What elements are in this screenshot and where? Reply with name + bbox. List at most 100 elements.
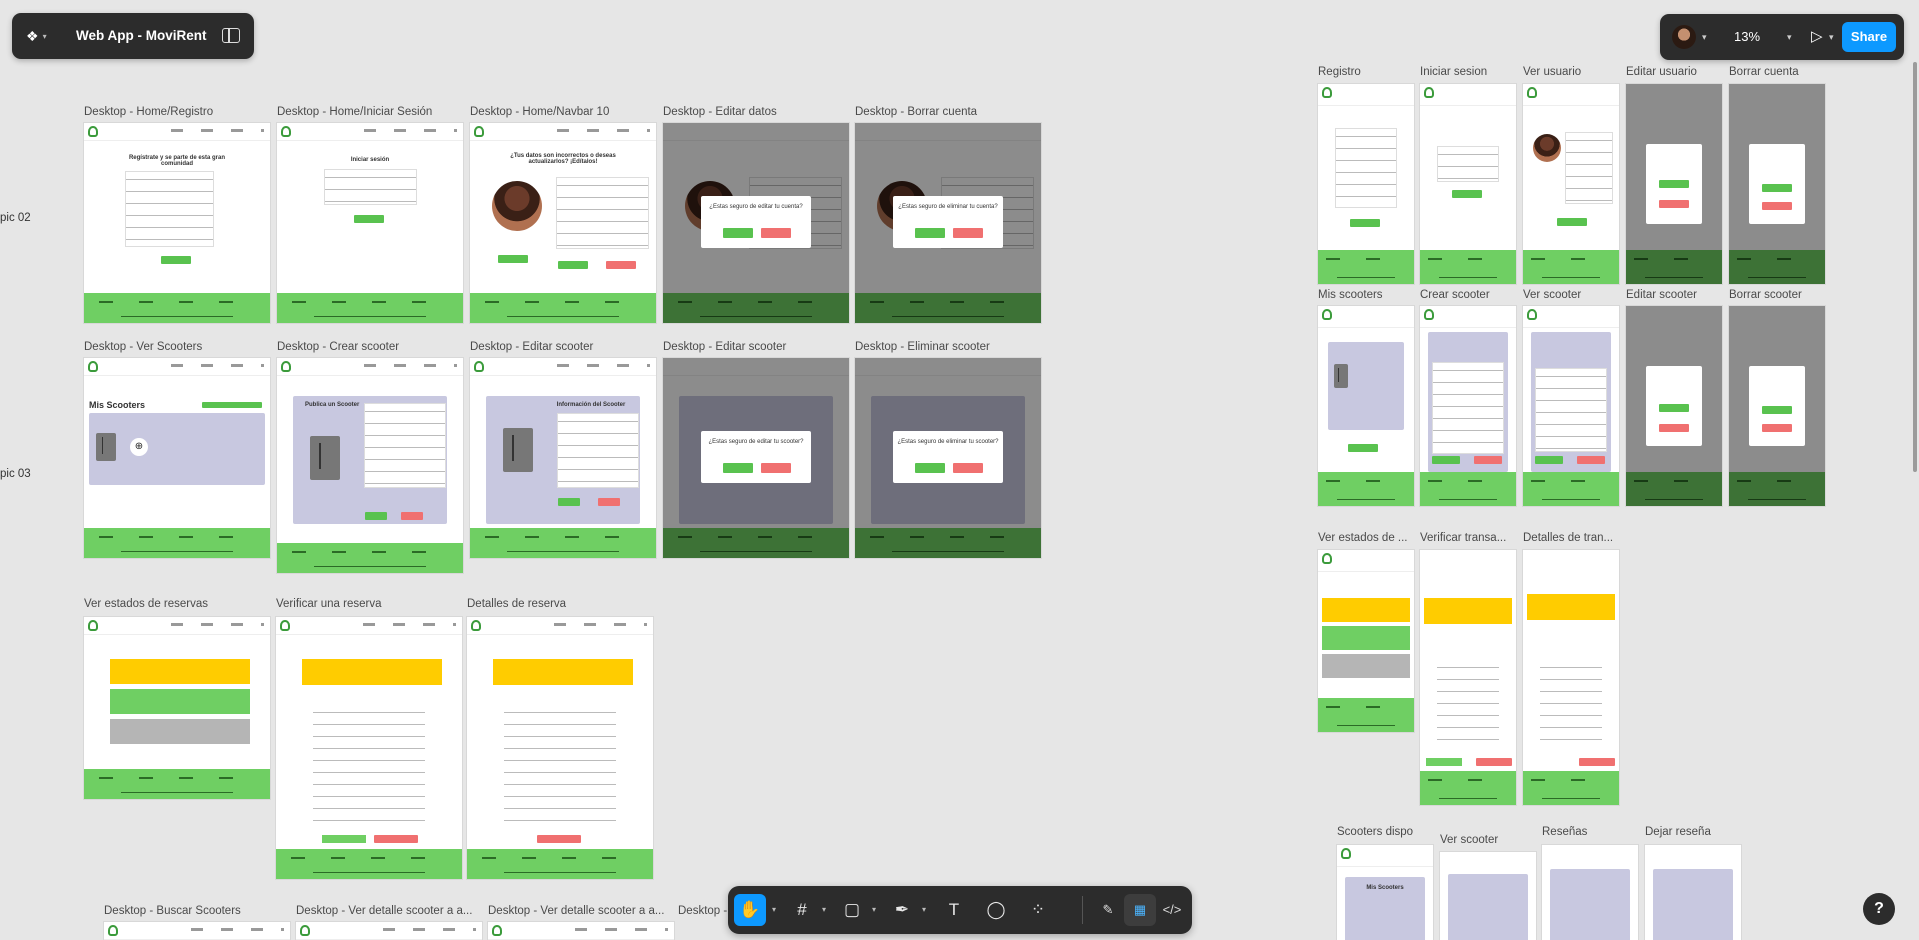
frame-label[interactable]: Ver estados de ... — [1318, 532, 1414, 544]
mobile-mis-scooters[interactable] — [1318, 306, 1414, 506]
mobile-ver-scooter-dispo[interactable] — [1440, 852, 1536, 940]
frame-buscar-scooters[interactable] — [104, 922, 290, 940]
mobile-iniciar-sesion[interactable] — [1420, 84, 1516, 284]
frame-label[interactable]: Desktop - Borrar cuenta — [855, 106, 1045, 118]
frame-label[interactable]: Desktop - Home/Registro — [84, 106, 274, 118]
mobile-resenas[interactable] — [1542, 845, 1638, 940]
frame-crear-scooter[interactable]: Publica un Scooter — [277, 358, 463, 573]
chevron-down-icon: ▾ — [42, 31, 47, 41]
bottom-toolbar: ✋ ▾ # ▾ ▢ ▾ ✒ ▾ T ◯ ⁘ ✎ ▦ </> — [728, 886, 1192, 934]
mobile-detalles-transaccion[interactable] — [1523, 550, 1619, 805]
frame-eliminar-scooter[interactable]: ¿Estas seguro de eliminar tu scooter? — [855, 358, 1041, 558]
design-canvas[interactable]: pic 02 pic 03 Desktop - Home/Registro Re… — [0, 0, 1919, 940]
share-button[interactable]: Share — [1842, 22, 1896, 52]
frame-label[interactable]: Ver estados de reservas — [84, 598, 274, 610]
frame-ver-detalle-2[interactable] — [488, 922, 674, 940]
mobile-crear-scooter[interactable] — [1420, 306, 1516, 506]
dev-mode-icon[interactable]: </> — [1156, 894, 1188, 926]
avatar[interactable] — [1672, 25, 1696, 49]
pen-tool-icon[interactable]: ✒ — [886, 894, 918, 926]
frame-label[interactable]: Desktop - Ver detalle scooter a a... — [488, 905, 670, 917]
chevron-down-icon[interactable]: ▾ — [1787, 32, 1792, 43]
mobile-editar-usuario[interactable] — [1626, 84, 1722, 284]
frame-label[interactable]: Reseñas — [1542, 826, 1638, 838]
frame-label[interactable]: Borrar cuenta — [1729, 66, 1825, 78]
chevron-down-icon[interactable]: ▾ — [1702, 32, 1707, 43]
frame-label[interactable]: Desktop - Editar scooter — [470, 341, 660, 353]
main-menu-button[interactable]: ❖ ▾ — [26, 27, 60, 45]
frame-editar-scooter-modal[interactable]: ¿Estas seguro de editar tu scooter? — [663, 358, 849, 558]
chevron-down-icon[interactable]: ▾ — [1829, 32, 1834, 43]
frame-label[interactable]: Ver scooter — [1523, 289, 1619, 301]
frame-label[interactable]: Mis scooters — [1318, 289, 1414, 301]
frame-label[interactable]: Detalles de reserva — [467, 598, 657, 610]
mobile-editar-scooter[interactable] — [1626, 306, 1722, 506]
present-play-icon[interactable]: ▷ — [1811, 27, 1823, 45]
mobile-ver-estados[interactable] — [1318, 550, 1414, 732]
frame-label[interactable]: Verificar una reserva — [276, 598, 466, 610]
frame-label[interactable]: Registro — [1318, 66, 1414, 78]
frame-label[interactable]: Desktop - Home/Iniciar Sesión — [277, 106, 467, 118]
frame-label[interactable]: Desktop - Home/Navbar 10 — [470, 106, 660, 118]
frame-label[interactable]: Crear scooter — [1420, 289, 1516, 301]
mobile-borrar-scooter[interactable] — [1729, 306, 1825, 506]
frame-label[interactable]: Desktop - Buscar Scooters — [104, 905, 294, 917]
side-label: pic 03 — [0, 468, 31, 480]
frame-label[interactable]: Desktop - Editar scooter — [663, 341, 853, 353]
help-button[interactable]: ? — [1863, 893, 1895, 925]
chevron-down-icon[interactable]: ▾ — [772, 905, 776, 914]
frame-label[interactable]: Verificar transa... — [1420, 532, 1516, 544]
frame-label[interactable]: Ver scooter — [1440, 834, 1536, 846]
chevron-down-icon[interactable]: ▾ — [872, 905, 876, 914]
chevron-down-icon[interactable]: ▾ — [922, 905, 926, 914]
frame-ver-scooters[interactable]: Mis Scooters ⊕ — [84, 358, 270, 558]
file-name[interactable]: Web App - MoviRent — [76, 28, 207, 43]
mobile-verificar-transaccion[interactable] — [1420, 550, 1516, 805]
frame-home-registro[interactable]: Regístrate y se parte de esta gran comun… — [84, 123, 270, 323]
sidebar-toggle-icon[interactable] — [222, 28, 240, 43]
mobile-ver-scooter[interactable] — [1523, 306, 1619, 506]
hand-tool-icon[interactable]: ✋ — [734, 894, 766, 926]
toolbar-divider — [1082, 896, 1083, 924]
frame-label[interactable]: Detalles de tran... — [1523, 532, 1619, 544]
mobile-registro[interactable] — [1318, 84, 1414, 284]
frame-editar-datos[interactable]: ¿Estas seguro de editar tu cuenta? — [663, 123, 849, 323]
frame-ver-detalle-1[interactable] — [296, 922, 482, 940]
mobile-dejar-resena[interactable] — [1645, 845, 1741, 940]
vertical-scrollbar[interactable] — [1913, 62, 1917, 472]
frame-home-iniciar[interactable]: Iniciar sesión — [277, 123, 463, 323]
top-right-bar: ▾ 13% ▾ ▷ ▾ Share — [1660, 14, 1904, 60]
frame-label[interactable]: Ver usuario — [1523, 66, 1619, 78]
frame-detalles-reserva[interactable] — [467, 617, 653, 879]
frame-label[interactable]: Editar usuario — [1626, 66, 1722, 78]
frame-borrar-cuenta[interactable]: ¿Estas seguro de eliminar tu cuenta? — [855, 123, 1041, 323]
frame-label[interactable]: Iniciar sesion — [1420, 66, 1516, 78]
frame-label[interactable]: Desktop - Ver detalle scooter a a... — [296, 905, 478, 917]
file-bar: ❖ ▾ Web App - MoviRent — [12, 13, 254, 59]
frame-ver-estados[interactable] — [84, 617, 270, 799]
frame-label[interactable]: Desktop - Editar datos — [663, 106, 853, 118]
figma-logo-icon: ❖ — [26, 27, 39, 44]
mobile-ver-usuario[interactable] — [1523, 84, 1619, 284]
frame-verificar-reserva[interactable] — [276, 617, 462, 879]
frame-label[interactable]: Desktop - Ver Scooters — [84, 341, 274, 353]
mobile-borrar-cuenta[interactable] — [1729, 84, 1825, 284]
rectangle-tool-icon[interactable]: ▢ — [836, 894, 868, 926]
mobile-scooters-dispo[interactable]: Mis Scooters — [1337, 845, 1433, 940]
design-mode-icon[interactable]: ▦ — [1124, 894, 1156, 926]
frame-label[interactable]: Scooters dispo — [1337, 826, 1433, 838]
frame-label[interactable]: Dejar reseña — [1645, 826, 1741, 838]
frame-editar-scooter[interactable]: Información del Scooter — [470, 358, 656, 558]
frame-label[interactable]: Borrar scooter — [1729, 289, 1825, 301]
draw-mode-icon[interactable]: ✎ — [1092, 894, 1124, 926]
frame-label[interactable]: Editar scooter — [1626, 289, 1722, 301]
frame-home-navbar[interactable]: ¿Tus datos son incorrectos o deseas actu… — [470, 123, 656, 323]
components-tool-icon[interactable]: ⁘ — [1022, 894, 1054, 926]
zoom-level[interactable]: 13% — [1734, 29, 1760, 44]
frame-label[interactable]: Desktop - Eliminar scooter — [855, 341, 1045, 353]
frame-tool-icon[interactable]: # — [786, 894, 818, 926]
frame-label[interactable]: Desktop - Crear scooter — [277, 341, 467, 353]
comment-tool-icon[interactable]: ◯ — [980, 894, 1012, 926]
text-tool-icon[interactable]: T — [938, 894, 970, 926]
chevron-down-icon[interactable]: ▾ — [822, 905, 826, 914]
